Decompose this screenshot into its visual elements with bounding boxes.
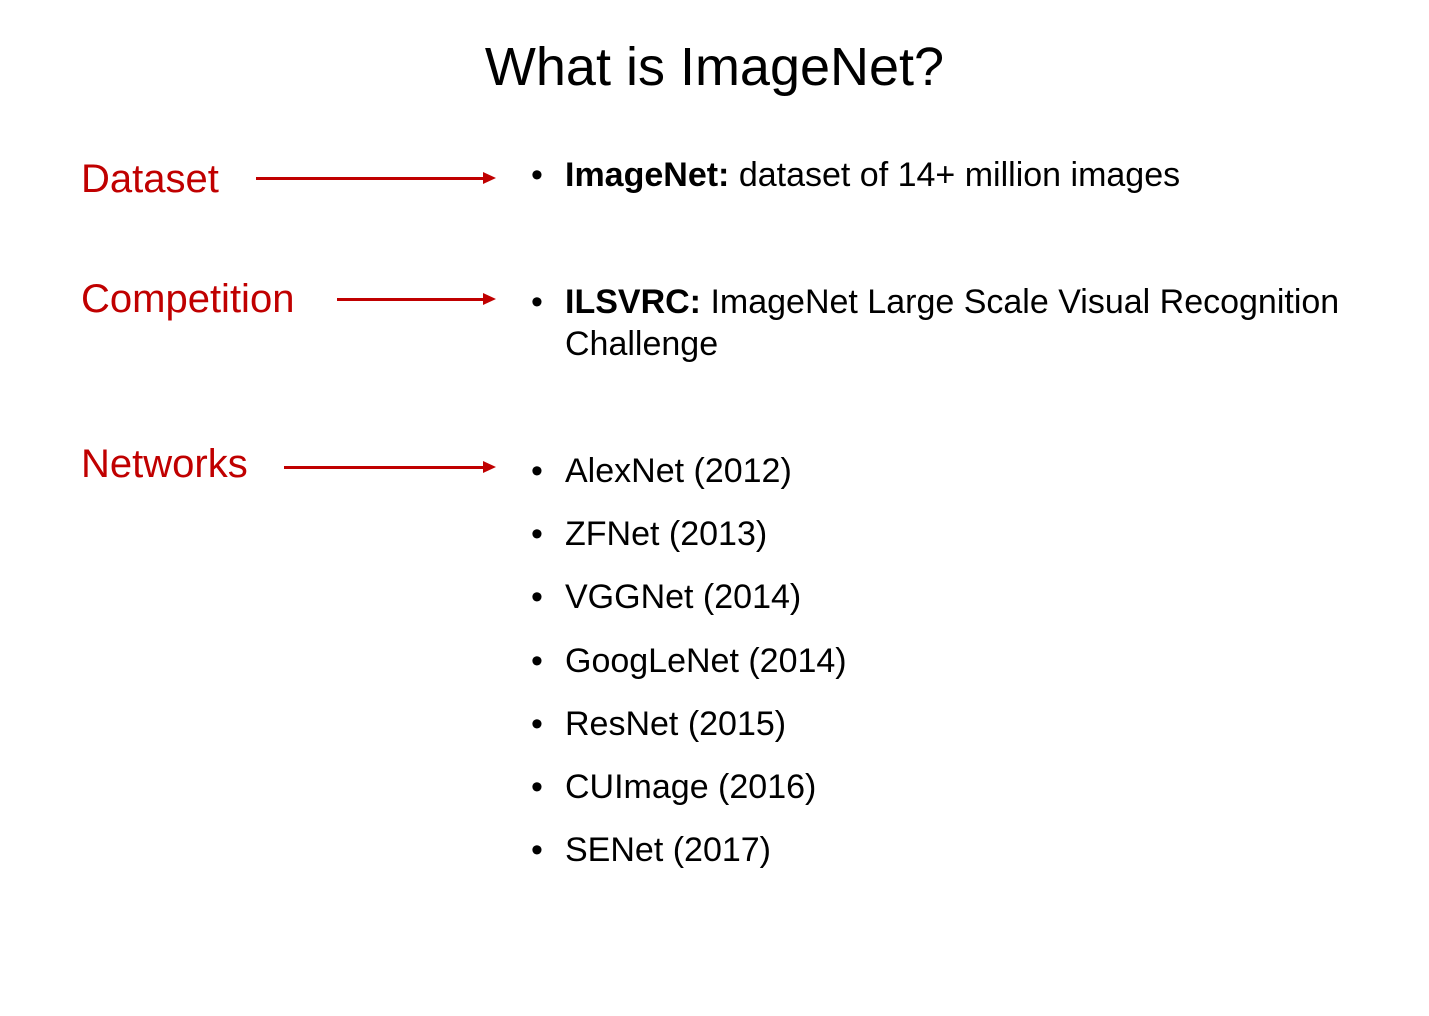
arrow-right-icon <box>256 172 496 184</box>
term-label: ImageNet: <box>565 156 730 194</box>
list-item: • AlexNet (2012) <box>526 450 1396 492</box>
arrow-right-icon <box>284 461 496 473</box>
slide-title: What is ImageNet? <box>484 37 945 97</box>
list-item: • ImageNet: dataset of 14+ million image… <box>526 154 1396 196</box>
list-item: • GoogLeNet (2014) <box>526 640 1396 682</box>
network-name: VGGNet (2014) <box>565 578 802 616</box>
network-name: GoogLeNet (2014) <box>565 642 847 680</box>
network-name: SENet (2017) <box>565 831 771 869</box>
bullet-icon: • <box>531 156 543 194</box>
bullet-icon: • <box>531 768 543 806</box>
section-label-networks: Networks <box>81 442 248 486</box>
bullet-icon: • <box>531 578 543 616</box>
bullet-icon: • <box>531 283 543 321</box>
network-name: AlexNet (2012) <box>565 452 792 490</box>
network-name: ResNet (2015) <box>565 705 787 743</box>
network-name: ZFNet (2013) <box>565 515 768 553</box>
bullet-icon: • <box>531 705 543 743</box>
term-label: ILSVRC: <box>565 283 701 321</box>
list-item: • ZFNet (2013) <box>526 513 1396 555</box>
network-name: CUImage (2016) <box>565 768 817 806</box>
arrow-right-icon <box>337 293 496 305</box>
bullet-icon: • <box>531 515 543 553</box>
section-label-dataset: Dataset <box>81 157 219 201</box>
list-item: • ILSVRC: ImageNet Large Scale Visual Re… <box>526 281 1396 365</box>
list-item: • ResNet (2015) <box>526 703 1396 745</box>
bullet-icon: • <box>531 642 543 680</box>
bullet-icon: • <box>531 831 543 869</box>
bullet-icon: • <box>531 452 543 490</box>
list-item: • CUImage (2016) <box>526 766 1396 808</box>
list-item: • SENet (2017) <box>526 829 1396 871</box>
item-text: dataset of 14+ million images <box>729 156 1181 194</box>
list-item: • VGGNet (2014) <box>526 576 1396 618</box>
section-label-competition: Competition <box>81 277 295 321</box>
